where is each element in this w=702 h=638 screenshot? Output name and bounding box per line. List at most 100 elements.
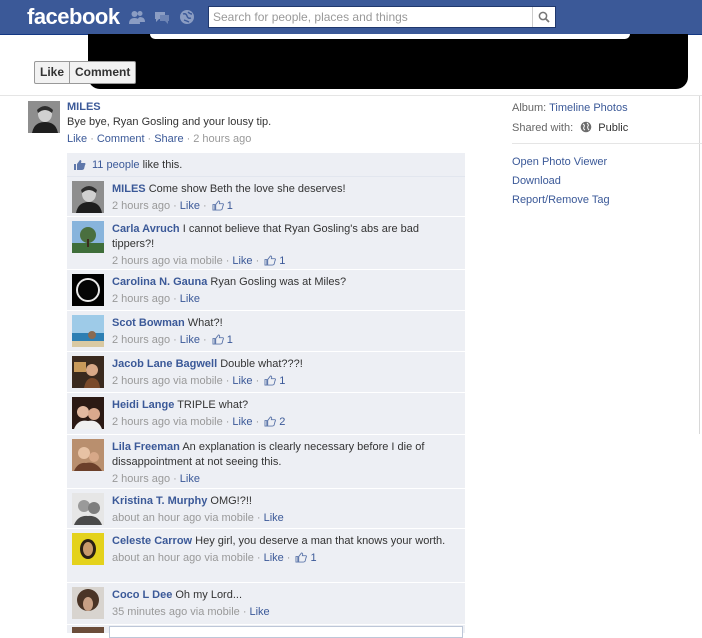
avatar[interactable] (72, 221, 104, 253)
comment-like-link[interactable]: Like (232, 416, 252, 428)
comment-like-link[interactable]: Like (232, 375, 252, 387)
facebook-logo[interactable]: facebook (27, 4, 120, 30)
post-author[interactable]: MILES (67, 101, 101, 113)
separator: · (173, 334, 177, 346)
comment-author[interactable]: Jacob Lane Bagwell (112, 358, 217, 370)
notifications-icon[interactable] (179, 9, 195, 25)
comment-time[interactable]: 2 hours ago (112, 200, 170, 212)
open-photo-viewer-link[interactable]: Open Photo Viewer (512, 156, 607, 168)
avatar[interactable] (72, 397, 104, 429)
comment-time[interactable]: 2 hours ago (112, 334, 170, 346)
privacy-info: Shared with: Public (512, 121, 628, 134)
comment-like-count[interactable]: 1 (279, 375, 285, 387)
comment-like-count[interactable]: 1 (227, 334, 233, 346)
comment-like-link[interactable]: Like (180, 334, 200, 346)
comment-time[interactable]: 2 hours ago (112, 293, 170, 305)
comment-author[interactable]: Carolina N. Gauna (112, 276, 207, 288)
avatar[interactable] (72, 587, 104, 619)
comment-via: via mobile (173, 375, 223, 387)
post-timestamp[interactable]: 2 hours ago (193, 133, 251, 145)
comment-author[interactable]: Lila Freeman (112, 441, 180, 453)
messages-icon[interactable] (154, 9, 170, 25)
comment-item: Jacob Lane Bagwell Double what???! 2 hou… (67, 352, 465, 393)
separator: · (256, 552, 261, 564)
search-input[interactable] (209, 7, 533, 27)
like-thumb-icon (295, 552, 308, 563)
album-link[interactable]: Timeline Photos (549, 102, 627, 114)
avatar[interactable] (72, 181, 104, 213)
comment-like-count[interactable]: 1 (311, 552, 317, 564)
photo-image[interactable] (88, 34, 688, 89)
comment-author[interactable]: Carla Avruch (112, 223, 180, 235)
post-share-link[interactable]: Share (154, 133, 183, 145)
comment-like-link[interactable]: Like (232, 255, 252, 267)
comment-author[interactable]: Scot Bowman (112, 317, 185, 329)
comment-item: Heidi Lange TRIPLE what? 2 hours ago via… (67, 393, 465, 435)
post-comment-link[interactable]: Comment (97, 133, 145, 145)
comment-time[interactable]: 35 minutes ago (112, 606, 187, 618)
photo-comment-button[interactable]: Comment (69, 62, 135, 83)
avatar[interactable] (72, 533, 104, 565)
separator: · (173, 293, 177, 305)
comment-like-link[interactable]: Like (264, 512, 284, 524)
separator: · (147, 133, 152, 145)
comment-like-link[interactable]: Like (180, 293, 200, 305)
avatar[interactable] (28, 101, 60, 133)
comment-like-count[interactable]: 1 (227, 200, 233, 212)
comment-time[interactable]: about an hour ago (112, 512, 201, 524)
avatar[interactable] (72, 439, 104, 471)
comment-like-link[interactable]: Like (264, 552, 284, 564)
like-thumb-icon (74, 160, 86, 170)
comment-author[interactable]: Celeste Carrow (112, 535, 192, 547)
comment-like-count[interactable]: 2 (279, 416, 285, 428)
avatar[interactable] (72, 356, 104, 388)
comment-text: Hey girl, you deserve a man that knows y… (195, 535, 446, 547)
scrollbar-track[interactable] (699, 96, 700, 434)
comment-input[interactable] (109, 626, 463, 638)
comment-item: Lila Freeman An explanation is clearly n… (67, 435, 465, 489)
like-thumb-icon (264, 255, 277, 266)
search-box[interactable] (208, 6, 556, 28)
report-remove-tag-link[interactable]: Report/Remove Tag (512, 194, 610, 206)
comment-like-link[interactable]: Like (180, 200, 200, 212)
avatar[interactable] (72, 315, 104, 347)
shared-with-label: Shared with: (512, 122, 574, 134)
separator: · (173, 473, 177, 485)
photo-action-bar: Like Comment (34, 61, 137, 84)
likes-count-link[interactable]: 11 people (92, 159, 140, 171)
comment-author[interactable]: MILES (112, 183, 146, 195)
photo-like-button[interactable]: Like (35, 62, 69, 83)
download-link[interactable]: Download (512, 175, 561, 187)
comment-via: via mobile (173, 416, 223, 428)
comment-via: via mobile (190, 606, 240, 618)
comment-author[interactable]: Heidi Lange (112, 399, 174, 411)
separator: · (225, 416, 230, 428)
album-label: Album: (512, 102, 547, 114)
comment-item: Carla Avruch I cannot believe that Ryan … (67, 217, 465, 270)
globe-icon (580, 121, 592, 133)
avatar[interactable] (72, 493, 104, 525)
avatar[interactable] (72, 274, 104, 306)
post-like-link[interactable]: Like (67, 133, 87, 145)
comment-time[interactable]: 2 hours ago (112, 473, 170, 485)
like-thumb-icon (264, 375, 277, 386)
comment-like-link[interactable]: Like (249, 606, 269, 618)
separator: · (255, 375, 260, 387)
friend-requests-icon[interactable] (129, 9, 145, 25)
search-button[interactable] (532, 7, 555, 27)
comment-like-link[interactable]: Like (180, 473, 200, 485)
comment-time[interactable]: 2 hours ago (112, 255, 170, 267)
comment-time[interactable]: about an hour ago (112, 552, 201, 564)
comment-via: via mobile (204, 552, 254, 564)
comment-text: TRIPLE what? (177, 399, 249, 411)
comment-like-count[interactable]: 1 (279, 255, 285, 267)
comment-time[interactable]: 2 hours ago (112, 375, 170, 387)
comment-item: Coco L Dee Oh my Lord... 35 minutes ago … (67, 583, 465, 625)
comment-time[interactable]: 2 hours ago (112, 416, 170, 428)
separator: · (255, 416, 260, 428)
comment-author[interactable]: Kristina T. Murphy (112, 495, 207, 507)
post-text: Bye bye, Ryan Gosling and your lousy tip… (67, 116, 272, 128)
comment-author[interactable]: Coco L Dee (112, 589, 172, 601)
privacy-value[interactable]: Public (598, 122, 628, 134)
separator: · (202, 334, 207, 346)
